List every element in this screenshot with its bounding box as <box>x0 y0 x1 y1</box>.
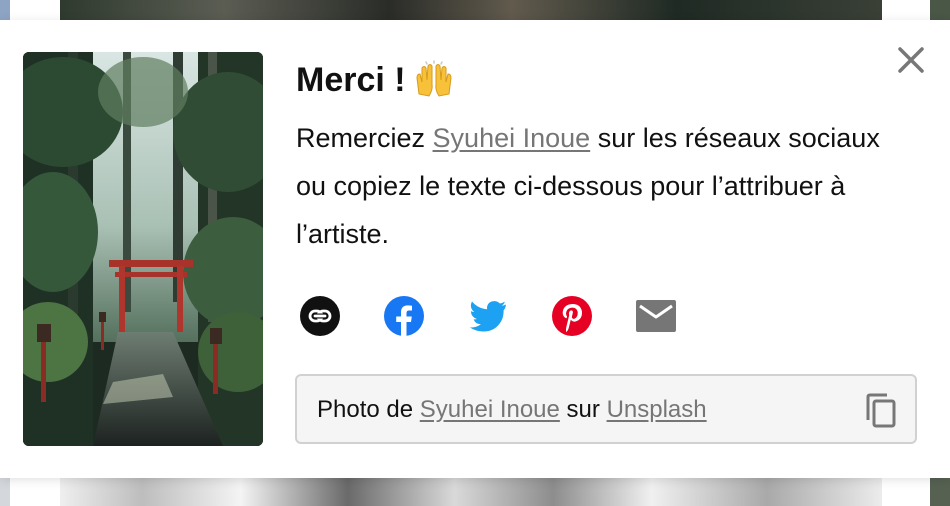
copy-attribution-button[interactable] <box>863 392 899 430</box>
attribution-unsplash-link[interactable]: Unsplash <box>607 396 707 423</box>
copy-icon <box>866 393 896 428</box>
background-photo-edge <box>0 478 10 506</box>
close-button[interactable] <box>895 44 927 76</box>
photographer-link[interactable]: Syuhei Inoue <box>433 123 591 153</box>
share-pinterest-button[interactable] <box>552 296 592 336</box>
background-photo <box>60 0 882 22</box>
modal-title-text: Merci ! <box>296 61 406 99</box>
share-facebook-button[interactable] <box>384 296 424 336</box>
raising-hands-emoji-icon <box>414 60 454 100</box>
thank-you-description: Remerciez Syuhei Inoue sur les réseaux s… <box>296 114 896 258</box>
modal-title: Merci ! <box>296 60 454 100</box>
facebook-icon <box>384 296 424 336</box>
description-prefix: Remerciez <box>296 123 426 153</box>
share-email-button[interactable] <box>636 296 676 336</box>
background-photo-edge <box>0 0 10 22</box>
share-bar <box>300 296 676 336</box>
twitter-icon <box>469 301 506 332</box>
email-icon <box>636 300 676 332</box>
copy-link-button[interactable] <box>300 296 340 336</box>
background-photo <box>60 476 882 506</box>
photo-thumbnail <box>23 52 263 446</box>
forest-torii-illustration <box>23 52 263 446</box>
attribution-box: Photo de Syuhei Inoue sur Unsplash <box>295 374 917 444</box>
attribution-photographer-link[interactable]: Syuhei Inoue <box>420 396 560 423</box>
thank-you-modal: Merci ! Remerciez Syuhei Inoue sur les r… <box>0 20 950 478</box>
close-icon <box>898 47 924 73</box>
pinterest-icon <box>552 296 592 336</box>
attribution-prefix: Photo de <box>317 396 414 423</box>
attribution-text: Photo de Syuhei Inoue sur Unsplash <box>317 394 707 426</box>
link-icon <box>300 296 340 336</box>
share-twitter-button[interactable] <box>468 296 508 336</box>
background-photo-edge <box>930 0 950 22</box>
attribution-middle: sur <box>566 396 600 423</box>
background-photo-edge <box>930 476 950 506</box>
